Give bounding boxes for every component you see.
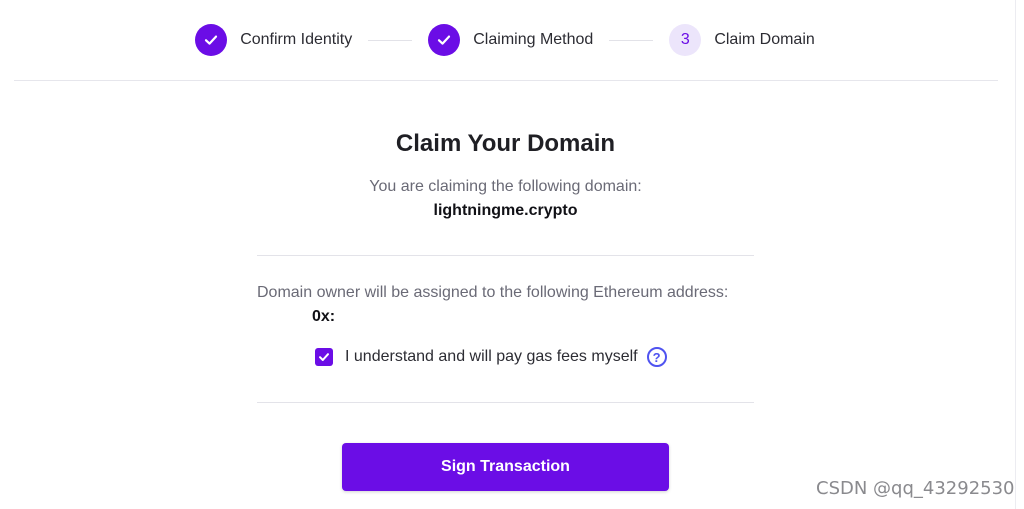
gas-fee-confirmation: I understand and will pay gas fees mysel… [315, 347, 667, 367]
claim-domain-page: Confirm Identity Claiming Method 3 Claim… [0, 0, 1024, 509]
ethereum-address: 0x: [312, 308, 336, 325]
step-label: Claiming Method [473, 31, 594, 48]
divider [257, 255, 754, 256]
page-edge [1015, 0, 1016, 509]
question-circle-icon[interactable]: ? [646, 347, 667, 367]
step-claim-domain: 3 Claim Domain [669, 24, 815, 56]
step-claiming-method: Claiming Method [428, 24, 593, 56]
check-icon [428, 24, 461, 56]
step-connector [609, 39, 654, 41]
domain-name: lightningme.crypto [433, 202, 578, 219]
header-divider [14, 80, 998, 81]
divider [257, 402, 754, 403]
step-confirm-identity: Confirm Identity [195, 24, 352, 56]
check-icon [195, 24, 228, 56]
step-number: 3 [669, 24, 702, 56]
checkmark-icon [319, 353, 329, 361]
progress-stepper: Confirm Identity Claiming Method 3 Claim… [0, 23, 1010, 57]
owner-assignment-text: Domain owner will be assigned to the fol… [257, 284, 729, 301]
sign-transaction-button[interactable]: Sign Transaction [342, 443, 669, 491]
watermark: CSDN @qq_43292530 [816, 478, 1015, 499]
step-connector [368, 39, 413, 41]
step-label: Confirm Identity [240, 31, 353, 48]
step-label: Claim Domain [714, 31, 815, 48]
page-title: Claim Your Domain [395, 130, 616, 157]
gas-fee-label[interactable]: I understand and will pay gas fees mysel… [345, 348, 638, 366]
gas-fee-checkbox[interactable] [315, 348, 333, 366]
claim-subtitle: You are claiming the following domain: [369, 178, 642, 195]
